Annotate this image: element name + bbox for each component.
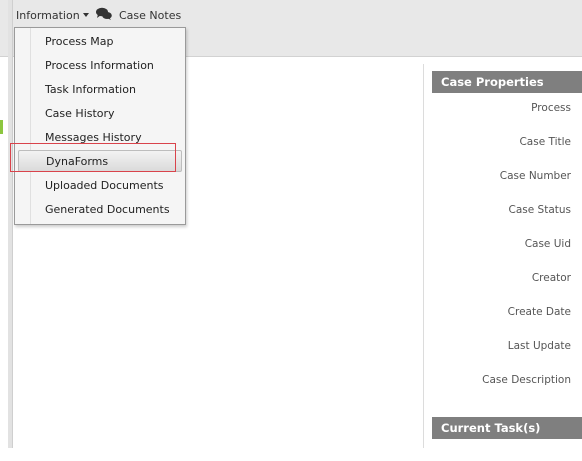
selection-highlight-box: [10, 143, 176, 172]
chat-bubbles-icon: [96, 7, 112, 20]
properties-panel: [423, 64, 582, 448]
prop-label-case-description: Case Description: [482, 374, 571, 386]
prop-label-case-uid: Case Uid: [524, 238, 571, 250]
menu-item-process-map[interactable]: Process Map: [45, 31, 113, 53]
information-menu-button[interactable]: Information: [16, 7, 89, 25]
case-notes-label: Case Notes: [119, 9, 182, 22]
chevron-down-icon: [82, 13, 89, 17]
prop-label-case-number: Case Number: [499, 170, 571, 182]
current-task-properties-header[interactable]: Current Task(s) Properties: [432, 417, 582, 457]
prop-label-last-update: Last Update: [507, 340, 571, 352]
prop-label-creator: Creator: [531, 272, 571, 284]
status-indicator: [0, 120, 3, 134]
case-properties-header[interactable]: Case Properties: [432, 71, 582, 93]
prop-label-case-title: Case Title: [519, 136, 571, 148]
case-notes-button[interactable]: Case Notes: [96, 7, 181, 25]
prop-label-case-status: Case Status: [508, 204, 572, 216]
menu-item-uploaded-documents[interactable]: Uploaded Documents: [45, 175, 164, 197]
menu-item-task-information[interactable]: Task Information: [45, 79, 136, 101]
left-panel-divider[interactable]: [8, 0, 13, 448]
prop-label-create-date: Create Date: [507, 306, 571, 318]
menu-item-process-information[interactable]: Process Information: [45, 55, 154, 77]
information-menu-label: Information: [16, 9, 80, 22]
prop-label-process: Process: [531, 102, 571, 114]
menu-icon-column-separator: [30, 28, 31, 224]
information-dropdown-menu: Process Map Process Information Task Inf…: [14, 27, 186, 225]
menu-item-case-history[interactable]: Case History: [45, 103, 115, 125]
menu-item-generated-documents[interactable]: Generated Documents: [45, 199, 170, 221]
